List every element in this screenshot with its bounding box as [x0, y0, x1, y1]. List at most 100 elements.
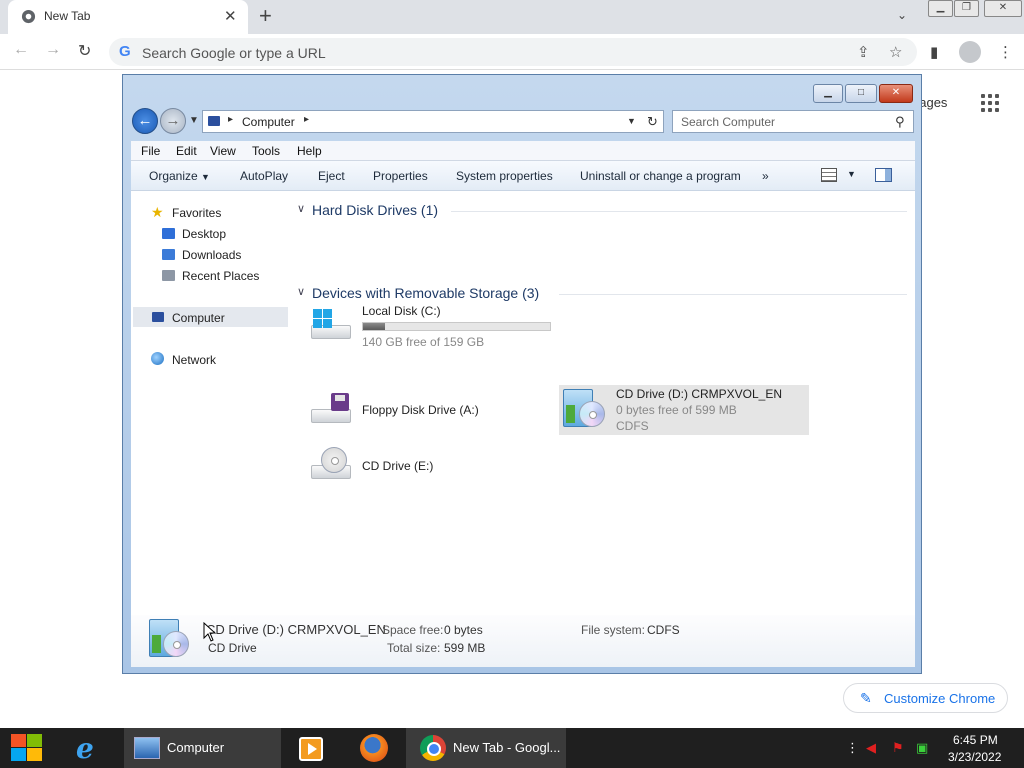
system-properties-button[interactable]: System properties — [456, 169, 553, 183]
explorer-close-icon[interactable]: ✕ — [879, 84, 913, 103]
menu-help[interactable]: Help — [297, 144, 322, 158]
cd-drive-d-name[interactable]: CD Drive (D:) CRMPXVOL_EN — [616, 387, 782, 401]
firefox-icon[interactable] — [360, 734, 388, 762]
breadcrumb-arrow-icon[interactable]: ▸ — [304, 114, 309, 125]
dropdown-arrow-icon: ▼ — [201, 172, 210, 182]
nav-downloads[interactable]: Downloads — [182, 248, 241, 262]
restore-icon[interactable]: ❐ — [954, 0, 979, 17]
back-arrow-icon[interactable]: ← — [13, 41, 29, 59]
properties-button[interactable]: Properties — [373, 169, 428, 183]
chrome-icon — [420, 735, 446, 761]
view-dropdown-icon[interactable]: ▼ — [847, 169, 856, 179]
forward-arrow-icon[interactable]: → — [45, 41, 61, 59]
group-divider — [451, 211, 907, 212]
close-window-icon[interactable]: ✕ — [984, 0, 1022, 17]
explorer-forward-button[interactable]: → — [160, 108, 186, 134]
taskbar-chrome-label: New Tab - Googl... — [453, 740, 561, 755]
floppy-drive-a-icon[interactable] — [309, 391, 353, 431]
side-panel-icon[interactable]: ▮ — [930, 43, 938, 61]
nav-computer[interactable]: Computer — [172, 311, 225, 325]
taskbar-chrome-button[interactable]: New Tab - Googl... — [406, 728, 566, 768]
pencil-icon: ✎ — [860, 690, 872, 706]
taskbar: e Computer New Tab - Googl... ⋮ ◀ ⚑ ▣ 6:… — [0, 728, 1024, 768]
profile-avatar-icon[interactable] — [959, 41, 981, 63]
explorer-maximize-icon[interactable]: □ — [845, 84, 877, 103]
nav-desktop[interactable]: Desktop — [182, 227, 226, 241]
nav-network[interactable]: Network — [172, 353, 216, 367]
nav-recent-places[interactable]: Recent Places — [182, 269, 259, 283]
details-drive-name: CD Drive (D:) CRMPXVOL_EN — [206, 622, 386, 637]
menu-tools[interactable]: Tools — [252, 144, 280, 158]
local-disk-c-name[interactable]: Local Disk (C:) — [362, 304, 441, 318]
minimize-icon[interactable]: ▁ — [928, 0, 953, 17]
menu-file[interactable]: File — [141, 144, 160, 158]
floppy-drive-a-name[interactable]: Floppy Disk Drive (A:) — [362, 403, 479, 417]
change-view-icon[interactable] — [821, 168, 837, 182]
local-disk-c-icon[interactable] — [309, 307, 353, 347]
explorer-minimize-icon[interactable]: ▁ — [813, 84, 843, 103]
windows-logo-icon — [313, 309, 333, 329]
search-input[interactable]: Search Computer ⚲ — [672, 110, 914, 133]
preview-pane-icon[interactable] — [875, 168, 892, 182]
tab-close-icon[interactable]: ✕ — [224, 7, 237, 25]
omnibox[interactable]: G Search Google or type a URL ⇪ ☆ — [109, 38, 917, 66]
clock-time[interactable]: 6:45 PM — [953, 733, 998, 747]
refresh-icon[interactable]: ↻ — [647, 114, 658, 130]
floppy-disk-icon — [331, 393, 349, 411]
cd-drive-d-free-space: 0 bytes free of 599 MB — [616, 403, 737, 417]
network-icon — [151, 352, 164, 365]
cd-disc-icon — [321, 447, 347, 473]
details-cd-disc-icon — [163, 631, 189, 657]
menu-view[interactable]: View — [210, 144, 236, 158]
cd-box-accent — [566, 405, 575, 423]
clock-date[interactable]: 3/23/2022 — [948, 750, 1001, 764]
action-center-flag-icon[interactable]: ⚑ — [892, 740, 904, 756]
explorer-back-button[interactable]: ← — [132, 108, 158, 134]
chrome-menu-icon[interactable]: ⋮ — [998, 43, 1013, 61]
customize-chrome-button[interactable]: ✎ Customize Chrome — [843, 683, 1008, 713]
breadcrumb-arrow-icon[interactable]: ▸ — [228, 114, 233, 125]
organize-button[interactable]: Organize ▼ — [149, 169, 210, 183]
internet-explorer-icon[interactable]: e — [76, 732, 94, 765]
bookmark-star-icon[interactable]: ☆ — [889, 43, 902, 61]
speaker-muted-icon[interactable]: ◀ — [866, 740, 876, 756]
explorer-window: ▁ □ ✕ ← → ▼ ▸ Computer ▸ ▼ ↻ Search Comp… — [122, 74, 922, 674]
details-filesystem-label: File system: — [581, 623, 646, 637]
more-commands-button[interactable]: » — [762, 169, 769, 183]
cd-drive-e-name[interactable]: CD Drive (E:) — [362, 459, 433, 473]
nav-favorites[interactable]: Favorites — [172, 206, 221, 220]
computer-icon — [152, 312, 164, 322]
address-bar[interactable]: ▸ Computer ▸ ▼ ↻ — [202, 110, 664, 133]
group-header-hard-disks[interactable]: Hard Disk Drives (1) — [312, 202, 438, 218]
collapse-chevron-icon[interactable]: ∨ — [297, 202, 305, 215]
address-dropdown-icon[interactable]: ▼ — [627, 116, 636, 126]
start-windows-icon[interactable] — [11, 734, 43, 762]
reload-icon[interactable]: ↻ — [78, 41, 91, 61]
autoplay-button[interactable]: AutoPlay — [240, 169, 288, 183]
eject-button[interactable]: Eject — [318, 169, 345, 183]
media-player-icon[interactable] — [299, 737, 323, 761]
address-breadcrumb[interactable]: Computer — [242, 115, 295, 129]
collapse-chevron-icon[interactable]: ∨ — [297, 285, 305, 298]
organize-label: Organize — [149, 169, 198, 183]
omnibox-placeholder: Search Google or type a URL — [142, 45, 326, 61]
google-apps-icon[interactable] — [981, 94, 999, 112]
taskbar-explorer-label: Computer — [167, 740, 225, 755]
explorer-computer-icon — [134, 737, 160, 759]
group-header-removable[interactable]: Devices with Removable Storage (3) — [312, 285, 539, 301]
google-g-icon: G — [119, 43, 131, 60]
chrome-tab-new-tab[interactable]: New Tab ✕ — [8, 0, 248, 34]
taskbar-explorer-button[interactable]: Computer — [124, 728, 281, 768]
cd-drive-e-icon[interactable] — [309, 447, 353, 487]
tray-overflow-icon[interactable]: ⋮ — [846, 740, 859, 756]
recent-pages-dropdown-icon[interactable]: ▼ — [189, 115, 199, 126]
details-space-free-value: 0 bytes — [444, 623, 483, 637]
search-icon[interactable]: ⚲ — [895, 114, 905, 130]
uninstall-program-button[interactable]: Uninstall or change a program — [580, 169, 741, 183]
details-space-free-label: Space free: — [382, 623, 444, 637]
tab-search-chevron-icon[interactable]: ⌄ — [897, 8, 907, 22]
share-icon[interactable]: ⇪ — [857, 43, 870, 61]
new-tab-plus-icon[interactable]: + — [259, 4, 272, 28]
network-tray-icon[interactable]: ▣ — [916, 740, 928, 756]
menu-edit[interactable]: Edit — [176, 144, 197, 158]
